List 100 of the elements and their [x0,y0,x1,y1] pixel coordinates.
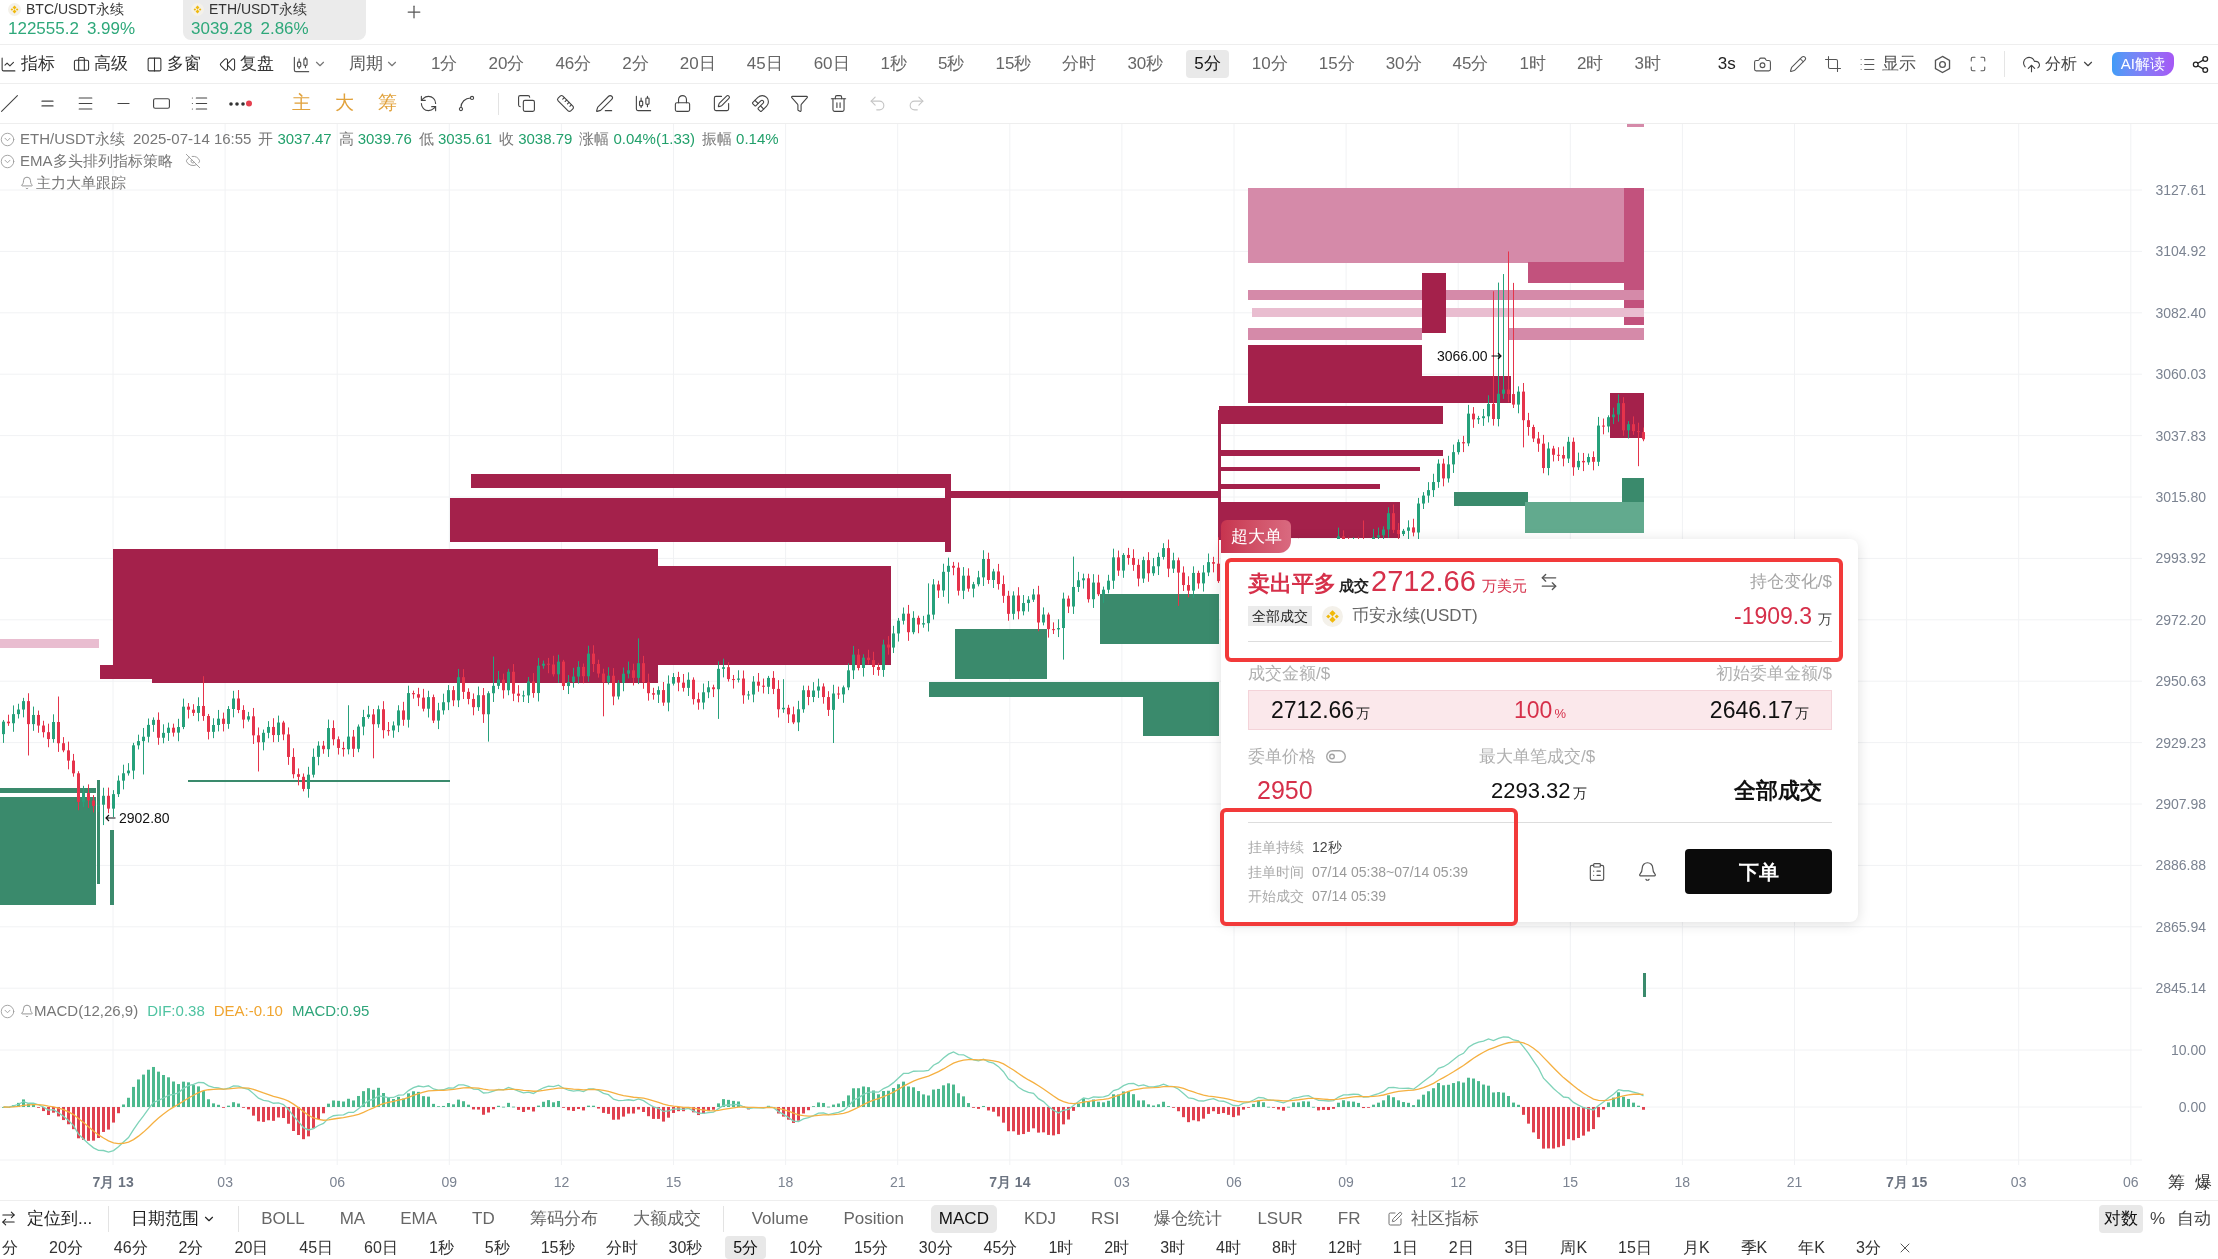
interval-tab[interactable]: 5分 [725,1236,767,1259]
interval-tab[interactable]: 45日 [738,50,791,78]
indicator-tab[interactable]: FR [1329,1204,1369,1233]
copy-icon[interactable] [517,94,536,113]
interval-tab[interactable]: 2日 [1440,1236,1482,1259]
indicator-tab[interactable]: LSUR [1249,1204,1311,1233]
interval-tab[interactable]: 30秒 [1119,50,1172,78]
interval-tab[interactable]: 46分 [105,1236,156,1259]
spline-icon[interactable] [457,94,476,113]
toolbar-button[interactable]: 复盘 [219,51,274,77]
interval-tab[interactable]: 3日 [1496,1236,1538,1259]
filter-icon[interactable] [790,94,809,113]
interval-tab[interactable]: 2时 [1568,50,1612,78]
overlay-indicator[interactable]: MA [331,1205,374,1232]
overlay-indicator[interactable]: 筹码分布 [521,1205,606,1232]
crop-icon[interactable] [1823,55,1842,73]
share-icon[interactable] [2191,54,2210,74]
analysis-dropdown[interactable]: 分析 [2021,52,2095,76]
pen-icon[interactable] [595,94,614,113]
toolbar-button[interactable]: 指标 [0,51,55,77]
interval-tab[interactable]: 2分 [614,50,657,78]
interval-tab[interactable]: 1分 [423,50,466,78]
place-order-button[interactable]: 下单 [1685,849,1832,895]
more-dots-icon[interactable] [228,98,252,109]
refresh-icon[interactable] [419,94,438,113]
interval-tab[interactable]: 60日 [356,1236,406,1259]
overlay-indicator[interactable]: TD [464,1205,503,1232]
eye-off-icon[interactable] [184,153,201,169]
interval-tab[interactable]: 15秒 [987,50,1040,78]
interval-tab[interactable]: 20分 [41,1236,91,1259]
indicator-tab[interactable]: MACD [930,1204,997,1233]
interval-tab[interactable]: 8时 [1264,1236,1305,1259]
interval-tab[interactable]: 45日 [291,1236,342,1259]
candlestick-icon[interactable] [292,54,311,74]
pencil-icon[interactable] [1788,55,1807,73]
indicator-tab[interactable]: Position [835,1204,912,1233]
horizontal-lines-icon[interactable] [76,94,95,113]
list-icon[interactable] [190,94,209,113]
interval-tab[interactable]: 1秒 [420,1236,462,1259]
interval-tab[interactable]: 15分 [1310,50,1363,78]
interval-tab[interactable]: 20日 [671,50,724,78]
interval-tab[interactable]: 10分 [1243,50,1296,78]
interval-tab[interactable]: 分时 [1054,50,1105,78]
interval-tab[interactable]: 分 [0,1236,26,1259]
edit-square-icon[interactable] [712,94,731,113]
interval-tab[interactable]: 60日 [805,50,858,78]
locate-button[interactable]: 定位到... [0,1205,93,1232]
interval-tab[interactable]: 45分 [975,1236,1026,1259]
community-button[interactable]: 社区指标 [1387,1205,1480,1232]
fullscreen-icon[interactable] [1968,55,1987,73]
ruler-icon[interactable] [556,94,575,113]
interval-tab[interactable]: 年K [1790,1236,1833,1259]
interval-tab[interactable]: 1时 [1511,50,1554,78]
interval-tab[interactable]: 15分 [846,1236,896,1259]
refresh-rate-button[interactable]: 3s [1717,51,1736,77]
interval-tab[interactable]: 46分 [547,50,600,78]
interval-tab[interactable]: 3分 [1847,1236,1889,1259]
interval-tab[interactable]: 1秒 [872,50,915,78]
interval-tab[interactable]: 30分 [910,1236,961,1259]
interval-tab[interactable]: 12时 [1319,1236,1370,1259]
overlay-indicator[interactable]: 大额成交 [624,1205,709,1232]
interval-tab[interactable]: 3时 [1626,50,1669,78]
interval-tab[interactable]: 2时 [1096,1236,1138,1259]
settings-icon[interactable] [1932,54,1952,74]
interval-tab[interactable]: 45分 [1444,50,1497,78]
interval-tab[interactable]: 20日 [226,1236,277,1259]
interval-tab[interactable]: 30分 [1377,50,1430,78]
date-range-dropdown[interactable]: 日期范围 [131,1205,217,1232]
market-tab[interactable]: ETH/USDT永续 3039.28 2.86% [183,0,366,40]
indicator-tab[interactable]: KDJ [1015,1204,1065,1233]
interval-tab[interactable]: 30秒 [660,1236,711,1259]
indicator-tab[interactable]: Volume [743,1204,817,1233]
display-button[interactable]: 显示 [1858,51,1916,77]
interval-tab[interactable]: 5秒 [930,50,973,78]
interval-tab[interactable]: 10分 [781,1236,831,1259]
magnet-icon[interactable] [751,94,770,113]
interval-tab[interactable]: 季K [1732,1236,1776,1259]
scale-option[interactable]: % [2144,1204,2170,1233]
market-tab[interactable]: BTC/USDT永续 122555.2 3.99% [0,0,183,40]
scale-option[interactable]: 对数 [2098,1204,2143,1233]
interval-tab[interactable]: 3时 [1152,1236,1194,1259]
candlestick-icon[interactable] [634,94,653,113]
interval-tab[interactable]: 20分 [480,50,533,78]
toolbar-button[interactable]: 高级 [73,51,128,77]
interval-tab[interactable]: 分时 [597,1236,646,1259]
scale-option[interactable]: 自动 [2172,1204,2216,1233]
interval-tab[interactable]: 15秒 [532,1236,583,1259]
interval-tab[interactable]: 4时 [1208,1236,1249,1259]
interval-tab[interactable]: 1日 [1384,1236,1426,1259]
toolbar-button[interactable]: 多窗 [146,51,201,77]
interval-tab[interactable]: 1时 [1040,1236,1082,1259]
trash-icon[interactable] [829,94,848,113]
indicator-tab[interactable]: RSI [1083,1204,1128,1233]
lock-icon[interactable] [673,94,692,113]
interval-tab[interactable]: 月K [1674,1236,1718,1259]
axis-toggle[interactable]: 爆 [2195,1169,2212,1196]
axis-toggle[interactable]: 筹 [2168,1169,2185,1196]
diagonal-line-icon[interactable] [0,94,19,113]
interval-tab[interactable]: 5秒 [476,1236,518,1259]
interval-tab[interactable]: 周K [1552,1236,1596,1259]
